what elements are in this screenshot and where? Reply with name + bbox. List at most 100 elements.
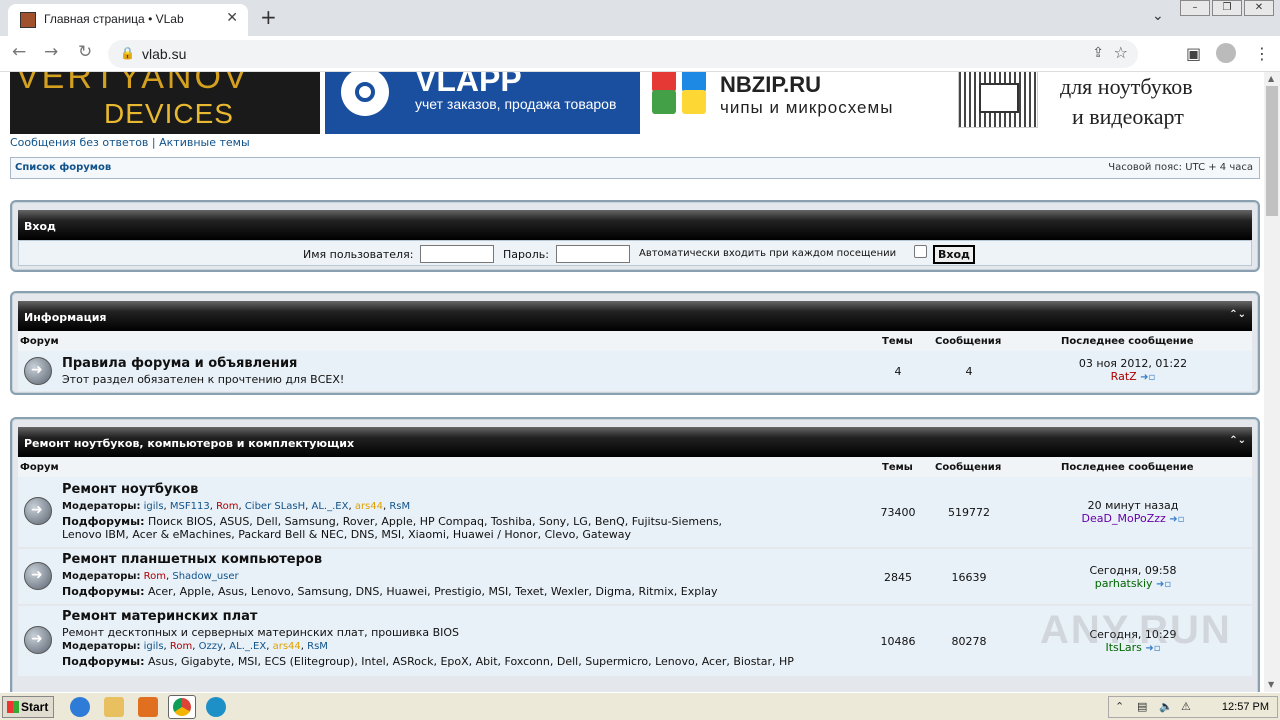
media-player-icon[interactable] bbox=[138, 697, 158, 717]
banner-chips[interactable]: для ноутбуков и видеокарт bbox=[950, 72, 1260, 134]
banner-vertyanov-devices[interactable]: VERTYANOV DEVICES bbox=[10, 72, 320, 134]
chrome-icon bbox=[173, 698, 191, 716]
column-header: Форум Темы Сообщения Последнее сообщение bbox=[18, 331, 1252, 351]
autologin-checkbox[interactable] bbox=[914, 245, 927, 258]
goto-last-post-icon[interactable]: ➜▫ bbox=[1169, 514, 1184, 525]
password-input[interactable] bbox=[556, 245, 630, 263]
alert-icon[interactable]: ⚠ bbox=[1181, 700, 1191, 713]
forum-list-link[interactable]: Список форумов bbox=[15, 162, 111, 173]
banner-vlapp[interactable]: VLAPP учет заказов, продажа товаров bbox=[325, 72, 640, 134]
browser-chrome: Главная страница • VLab ✕ + ⌄ – ❐ ✕ ← → … bbox=[0, 0, 1280, 72]
page-scrollbar[interactable]: ▲ ▼ bbox=[1264, 72, 1280, 692]
edge-icon[interactable] bbox=[206, 697, 226, 717]
forum-description: Ремонт десктопных и серверных матерински… bbox=[62, 626, 460, 639]
goto-last-post-icon[interactable]: ➜▫ bbox=[1140, 372, 1155, 383]
moderator-link[interactable]: Rom bbox=[144, 571, 166, 582]
moderator-link[interactable]: igils bbox=[144, 501, 164, 512]
login-button[interactable]: Вход bbox=[933, 245, 975, 264]
breadcrumb: Список форумов Часовой пояс: UTC + 4 час… bbox=[10, 157, 1260, 179]
collapse-toggle-icon[interactable]: ⌃⌄ bbox=[1229, 435, 1246, 446]
tray-arrow-icon[interactable]: ⌃ bbox=[1115, 700, 1124, 713]
topics-count: 2845 bbox=[884, 571, 912, 584]
moderator-link[interactable]: igils bbox=[144, 641, 164, 652]
moderator-link[interactable]: Ozzy bbox=[199, 641, 223, 652]
category-title[interactable]: Информация bbox=[24, 311, 107, 324]
ie-icon[interactable] bbox=[70, 697, 90, 717]
network-icon[interactable]: ▤ bbox=[1137, 700, 1147, 713]
scroll-up-icon[interactable]: ▲ bbox=[1268, 74, 1274, 83]
start-button[interactable]: Start bbox=[2, 696, 54, 718]
minimize-icon[interactable]: – bbox=[1180, 0, 1210, 16]
col-last-post: Последнее сообщение bbox=[1061, 462, 1194, 473]
reload-icon[interactable]: ↻ bbox=[78, 42, 92, 62]
banner-nbzip[interactable]: NBZIP.RU чипы и микросхемы bbox=[640, 72, 950, 134]
moderators: Модераторы: igils, Rom, Ozzy, AL._.EX, a… bbox=[62, 641, 328, 652]
folder-icon[interactable] bbox=[104, 697, 124, 717]
banner-text: и видеокарт bbox=[1072, 104, 1184, 129]
forward-icon[interactable]: → bbox=[44, 42, 58, 62]
moderator-link[interactable]: RsM bbox=[307, 641, 328, 652]
moderator-link[interactable]: ars44 bbox=[355, 501, 383, 512]
volume-icon[interactable]: 🔈 bbox=[1159, 700, 1173, 713]
category-title[interactable]: Ремонт ноутбуков, компьютеров и комплект… bbox=[24, 437, 354, 450]
moderator-link[interactable]: AL._.EX bbox=[312, 501, 349, 512]
moderator-link[interactable]: AL._.EX bbox=[229, 641, 266, 652]
last-post-info: 20 минут назад DeaD_MoPoZzz ➜▫ bbox=[1058, 499, 1208, 525]
moderator-link[interactable]: MSF113 bbox=[170, 501, 210, 512]
column-header: Форум Темы Сообщения Последнее сообщение bbox=[18, 457, 1252, 477]
posts-count: 80278 bbox=[951, 635, 987, 648]
close-tab-icon[interactable]: ✕ bbox=[226, 10, 238, 26]
subforums: Подфорумы: Поиск BIOS, ASUS, Dell, Samsu… bbox=[62, 515, 742, 541]
scrollbar-thumb[interactable] bbox=[1266, 86, 1278, 216]
subforum-links[interactable]: Поиск BIOS, ASUS, Dell, Samsung, Rover, … bbox=[62, 515, 722, 541]
moderator-link[interactable]: Rom bbox=[216, 501, 238, 512]
chip-icon bbox=[958, 72, 1038, 128]
banner-text: VLAPP bbox=[415, 72, 522, 98]
last-post-time: 03 ноя 2012, 01:22 bbox=[1078, 357, 1188, 370]
category-header: Информация ⌃⌄ bbox=[18, 301, 1252, 331]
moderator-link[interactable]: Ciber SLasH bbox=[245, 501, 305, 512]
last-post-user[interactable]: DeaD_MoPoZzz bbox=[1082, 512, 1166, 525]
forum-title-link[interactable]: Правила форума и объявления bbox=[62, 356, 297, 371]
last-post-info: Сегодня, 09:58 parhatskiy ➜▫ bbox=[1058, 564, 1208, 590]
restore-icon[interactable]: ❐ bbox=[1212, 0, 1242, 16]
bookmark-star-icon[interactable]: ☆ bbox=[1114, 43, 1128, 62]
unanswered-posts-link[interactable]: Сообщения без ответов bbox=[10, 136, 148, 149]
scroll-down-icon[interactable]: ▼ bbox=[1268, 680, 1274, 689]
moderator-link[interactable]: RsM bbox=[389, 501, 410, 512]
menu-kebab-icon[interactable]: ⋮ bbox=[1254, 44, 1270, 63]
subforum-links[interactable]: Acer, Apple, Asus, Lenovo, Samsung, DNS,… bbox=[148, 585, 718, 598]
collapse-toggle-icon[interactable]: ⌃⌄ bbox=[1229, 309, 1246, 320]
chrome-taskbar-button[interactable] bbox=[168, 695, 196, 719]
moderator-link[interactable]: Rom bbox=[170, 641, 192, 652]
forum-title-link[interactable]: Ремонт планшетных компьютеров bbox=[62, 552, 322, 567]
forum-read-icon bbox=[24, 562, 52, 590]
subforum-links[interactable]: Asus, Gigabyte, MSI, ECS (Elitegroup), I… bbox=[148, 655, 794, 668]
url-text[interactable]: vlab.su bbox=[142, 46, 186, 62]
goto-last-post-icon[interactable]: ➜▫ bbox=[1156, 579, 1171, 590]
back-icon[interactable]: ← bbox=[12, 42, 26, 62]
timezone-text: Часовой пояс: UTC + 4 часа bbox=[1108, 162, 1253, 173]
forum-title-link[interactable]: Ремонт материнских плат bbox=[62, 609, 257, 624]
new-tab-icon[interactable]: + bbox=[260, 5, 277, 29]
close-window-icon[interactable]: ✕ bbox=[1244, 0, 1274, 16]
last-post-user[interactable]: RatZ bbox=[1111, 370, 1137, 383]
address-bar[interactable]: 🔒 vlab.su ⇪ ☆ bbox=[108, 40, 1138, 68]
clock[interactable]: 12:57 PM bbox=[1222, 701, 1269, 713]
moderator-link[interactable]: Shadow_user bbox=[172, 571, 238, 582]
active-topics-link[interactable]: Активные темы bbox=[159, 136, 250, 149]
forum-title-link[interactable]: Ремонт ноутбуков bbox=[62, 482, 198, 497]
last-post-user[interactable]: parhatskiy bbox=[1095, 577, 1153, 590]
browser-tab[interactable]: Главная страница • VLab ✕ bbox=[8, 4, 248, 36]
login-title: Вход bbox=[24, 220, 56, 233]
col-topics: Темы bbox=[882, 336, 913, 347]
lock-icon[interactable]: 🔒 bbox=[120, 46, 135, 60]
side-panel-icon[interactable]: ▣ bbox=[1186, 44, 1201, 63]
moderator-link[interactable]: ars44 bbox=[273, 641, 301, 652]
tab-search-chevron-icon[interactable]: ⌄ bbox=[1152, 8, 1164, 24]
username-input[interactable] bbox=[420, 245, 494, 263]
topics-count: 73400 bbox=[880, 506, 916, 519]
profile-avatar[interactable] bbox=[1216, 43, 1236, 63]
share-icon[interactable]: ⇪ bbox=[1092, 45, 1104, 61]
moderators-label: Модераторы: bbox=[62, 571, 141, 582]
